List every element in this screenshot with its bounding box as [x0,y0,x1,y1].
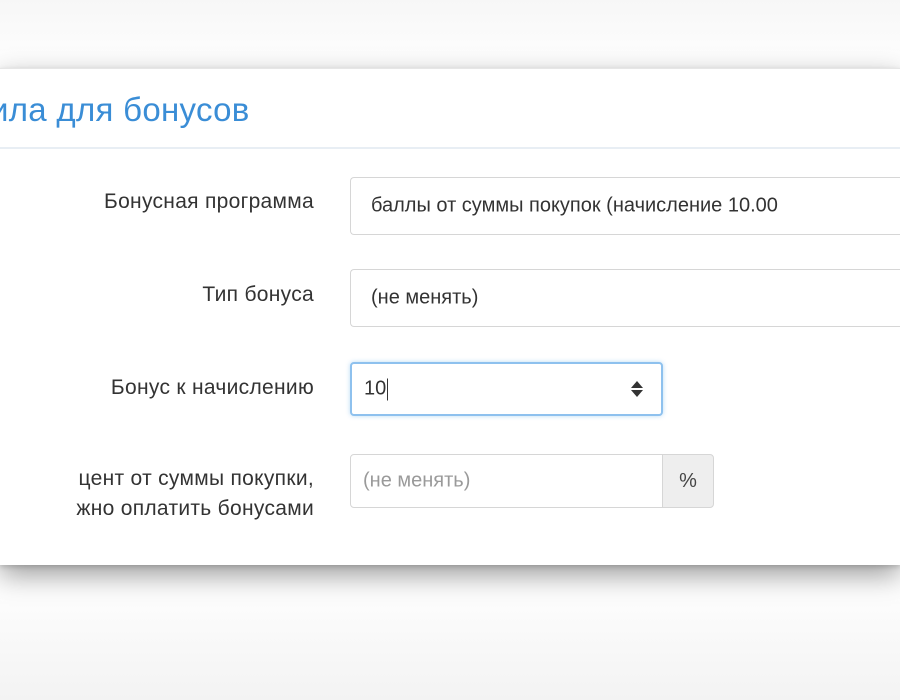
bonus-amount-label: Бонус к начислению [110,376,314,399]
percent-label: цент от суммы покупки, жно оплатить бону… [76,464,314,524]
page: ила для бонусов Бонусная программа баллы… [0,0,900,700]
bonus-type-label: Тип бонуса [202,283,314,306]
chevron-down-icon[interactable] [631,390,643,397]
bonus-program-label: Бонусная программа [103,190,314,213]
number-stepper[interactable] [627,374,647,404]
percent-addon: % [662,454,714,508]
percent-label-line2: жно оплатить бонусами [76,497,314,520]
text-caret [387,378,389,401]
percent-input[interactable]: (не менять) [350,454,663,508]
percent-label-line1: цент от суммы покупки, [78,467,314,490]
panel-title: ила для бонусов [0,91,250,128]
chevron-up-icon[interactable] [631,381,643,388]
bonus-program-value: баллы от суммы покупок (начисление 10.00 [371,194,778,217]
bonus-amount-value: 10 [364,377,387,400]
bonus-amount-input[interactable]: 10 [350,362,663,416]
bonus-rules-panel: ила для бонусов Бонусная программа баллы… [0,68,900,565]
percent-placeholder: (не менять) [363,469,471,492]
title-divider [0,147,900,149]
bonus-type-select[interactable]: (не менять) [350,269,900,327]
bonus-type-value: (не менять) [371,286,479,309]
bonus-program-select[interactable]: баллы от суммы покупок (начисление 10.00 [350,177,900,235]
